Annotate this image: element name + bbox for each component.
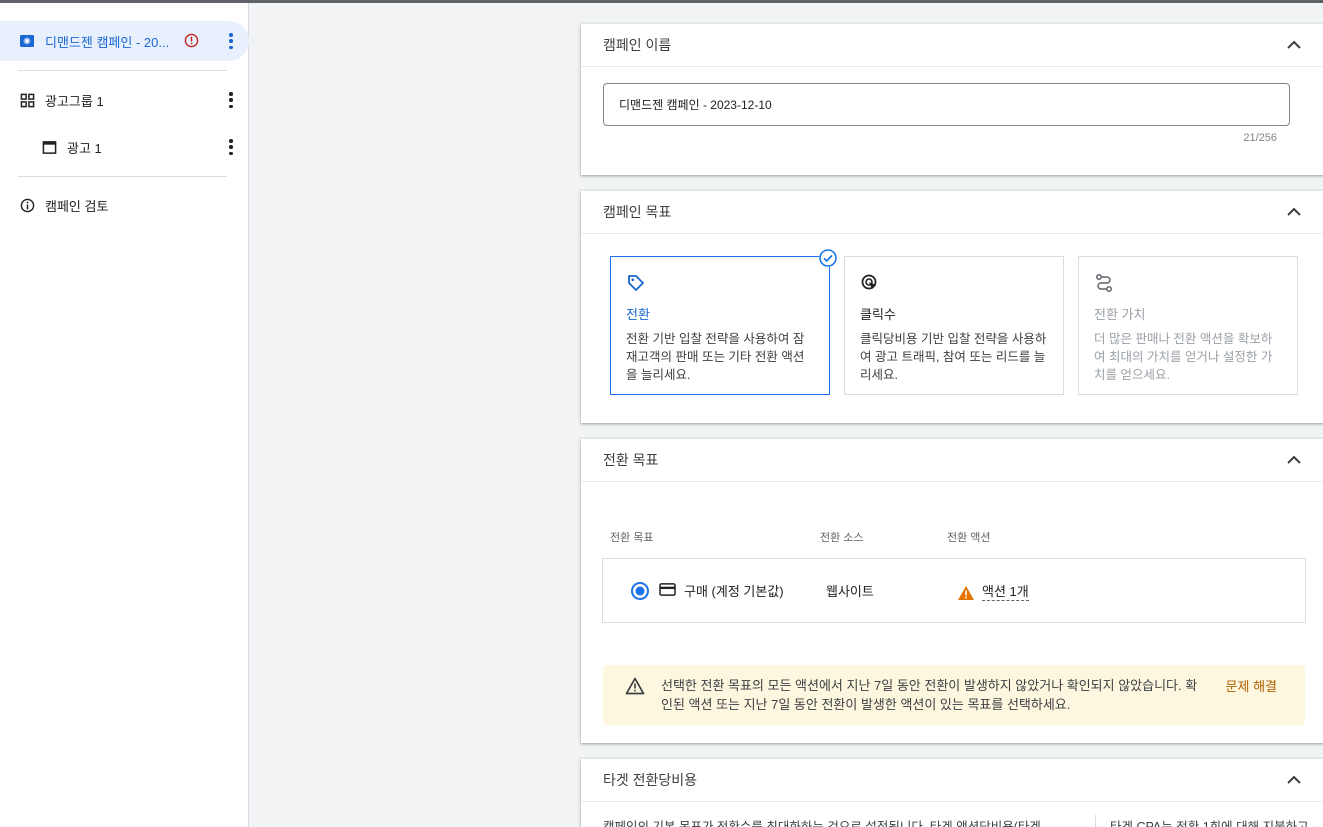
warning-outline-icon (625, 677, 645, 695)
column-header: 전환 소스 (820, 532, 864, 544)
sidebar-item-campaign[interactable]: 디맨드젠 캠페인 - 20... (0, 21, 249, 61)
campaign-name-card: 캠페인 이름 디맨드젠 캠페인 - 2023-12-10 21/256 (581, 24, 1323, 175)
more-options-icon[interactable] (229, 33, 233, 49)
char-counter: 21/256 (1243, 132, 1277, 144)
card-header[interactable]: 전환 목표 (581, 439, 1323, 482)
goal-desc: 클릭당비용 기반 입찰 전략을 사용하여 광고 트래픽, 참여 또는 리드를 늘… (860, 332, 1047, 382)
chevron-up-icon[interactable] (1285, 773, 1303, 787)
cpa-help-text: 타겟 CPA는 전환 1회에 대해 지불하고 (1110, 820, 1309, 827)
chevron-up-icon[interactable] (1285, 205, 1303, 219)
sidebar-item-label: 캠페인 검토 (45, 198, 109, 214)
chevron-up-icon[interactable] (1285, 38, 1303, 52)
goal-desc: 더 많은 판매나 전환 액션을 확보하여 최대의 가치를 얻거나 설정한 가치를… (1094, 332, 1273, 382)
sidebar-item-label: 광고 1 (67, 140, 102, 156)
campaign-goal-card: 캠페인 목표 전환 전환 기반 입찰 전략을 사용하여 잠재고객의 판매 또는 … (581, 191, 1323, 423)
banner-text: 선택한 전환 목표의 모든 액션에서 지난 7일 동안 전환이 발생하지 않았거… (661, 678, 1198, 712)
card-title: 타겟 전환당비용 (603, 772, 698, 788)
divider (1095, 815, 1096, 827)
grid-icon (19, 92, 35, 108)
more-options-icon[interactable] (229, 92, 233, 108)
error-icon (184, 33, 199, 51)
target-cpa-card: 타겟 전환당비용 캠페인의 기본 목표가 전환수를 최대화하는 것으로 설정됩니… (581, 759, 1323, 827)
credit-card-icon (659, 583, 676, 596)
click-icon (861, 274, 877, 290)
goal-title: 전환 가치 (1094, 307, 1146, 322)
sidebar-item-ad[interactable]: 광고 1 (0, 127, 249, 167)
card-header[interactable]: 캠페인 목표 (581, 191, 1323, 234)
card-title: 전환 목표 (603, 452, 659, 468)
divider (18, 176, 227, 177)
info-icon (19, 197, 35, 213)
column-header: 전환 액션 (947, 532, 991, 544)
actions-link[interactable]: 액션 1개 (982, 581, 1029, 601)
goal-option-clicks[interactable]: 클릭수 클릭당비용 기반 입찰 전략을 사용하여 광고 트래픽, 참여 또는 리… (844, 256, 1064, 395)
card-header[interactable]: 캠페인 이름 (581, 24, 1323, 67)
troubleshoot-button[interactable]: 문제 해결 (1226, 676, 1277, 695)
goal-option-conversion-value[interactable]: 전환 가치 더 많은 판매나 전환 액션을 확보하여 최대의 가치를 얻거나 설… (1078, 256, 1298, 395)
card-title: 캠페인 이름 (603, 37, 672, 53)
conversion-goal-card: 전환 목표 전환 목표 전환 소스 전환 액션 구매 (계정 기본값) 웹사이트… (581, 439, 1323, 743)
campaign-icon (19, 33, 35, 49)
cpa-description: 캠페인의 기본 목표가 전환수를 최대화하는 것으로 설정됩니다. 타겟 액션당… (603, 820, 1041, 827)
sidebar-item-label: 디맨드젠 캠페인 - 20... (45, 34, 170, 50)
tag-icon (628, 275, 644, 291)
goal-option-conversions[interactable]: 전환 전환 기반 입찰 전략을 사용하여 잠재고객의 판매 또는 기타 전환 액… (610, 249, 837, 395)
warning-banner: 선택한 전환 목표의 모든 액션에서 지난 7일 동안 전환이 발생하지 않았거… (603, 665, 1305, 725)
card-header[interactable]: 타겟 전환당비용 (581, 759, 1323, 802)
more-options-icon[interactable] (229, 139, 233, 155)
sidebar-item-adgroup[interactable]: 광고그룹 1 (0, 80, 249, 120)
route-icon (1096, 274, 1112, 292)
goal-title: 전환 (626, 307, 650, 322)
source-name: 웹사이트 (826, 584, 874, 599)
goal-title: 클릭수 (860, 307, 896, 322)
check-circle-icon (819, 249, 837, 267)
column-header: 전환 목표 (610, 532, 654, 544)
goal-name: 구매 (계정 기본값) (684, 584, 784, 599)
radio-selected-icon[interactable] (630, 581, 650, 601)
campaign-name-input[interactable]: 디맨드젠 캠페인 - 2023-12-10 (603, 83, 1290, 126)
divider (18, 70, 227, 71)
ad-icon (41, 139, 57, 155)
chevron-up-icon[interactable] (1285, 453, 1303, 467)
card-title: 캠페인 목표 (603, 204, 672, 220)
campaign-name-value: 디맨드젠 캠페인 - 2023-12-10 (619, 98, 772, 112)
sidebar-item-review[interactable]: 캠페인 검토 (0, 185, 249, 225)
warning-icon (958, 586, 974, 600)
sidebar: 디맨드젠 캠페인 - 20... 광고그룹 1 광고 1 캠페인 검토 (0, 3, 249, 827)
sidebar-item-label: 광고그룹 1 (45, 93, 104, 109)
goal-desc: 전환 기반 입찰 전략을 사용하여 잠재고객의 판매 또는 기타 전환 액션을 … (626, 332, 805, 382)
table-row[interactable]: 구매 (계정 기본값) 웹사이트 액션 1개 (602, 558, 1306, 623)
